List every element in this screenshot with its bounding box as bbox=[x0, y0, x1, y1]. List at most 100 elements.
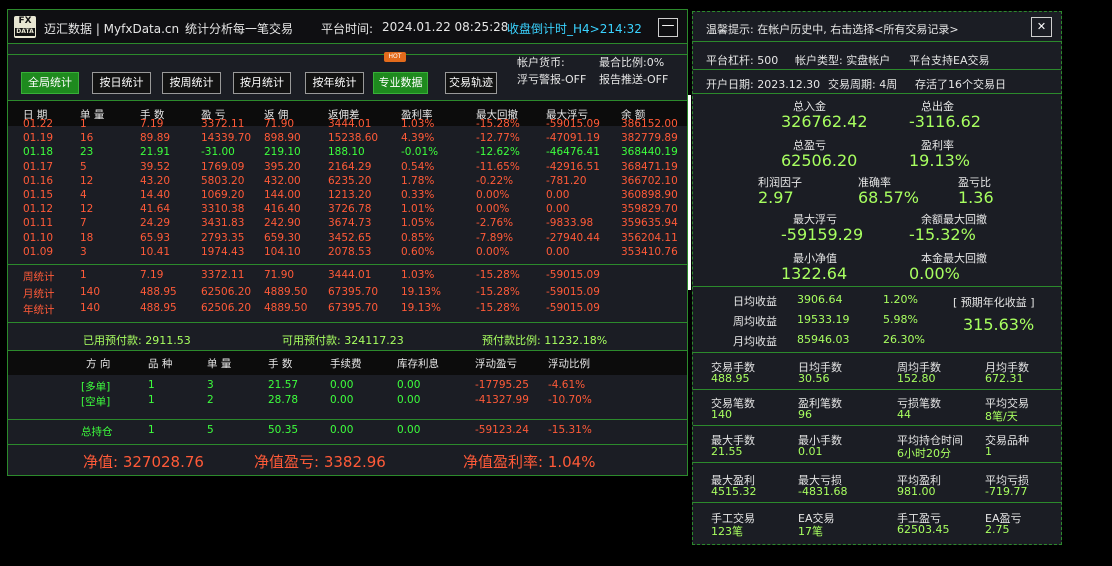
table-cell: 219.10 bbox=[264, 146, 301, 159]
stat-cell: 71.90 bbox=[264, 269, 295, 281]
brand-label: 迈汇数据 | MyfxData.cn bbox=[44, 22, 180, 36]
table-cell: 4 bbox=[80, 189, 87, 201]
report-push-toggle[interactable]: 报告推送-OFF bbox=[599, 71, 668, 87]
annual-value: 315.63% bbox=[963, 315, 1035, 334]
table-cell: 359829.70 bbox=[621, 203, 678, 216]
stat-cell: 4889.50 bbox=[264, 285, 308, 298]
avg-value: 19533.19 bbox=[797, 313, 850, 326]
table-cell: 1769.09 bbox=[201, 160, 245, 173]
table-cell: 7 bbox=[80, 217, 87, 230]
minimize-button[interactable]: — bbox=[658, 18, 678, 37]
account-info-row: 平台杠杆: 500 帐户类型: 实盘帐户 平台支持EA交易 bbox=[693, 46, 1061, 70]
table-cell: -15.28% bbox=[476, 118, 520, 130]
platform-time-value: 2024.01.22 08:25:28 bbox=[382, 20, 509, 34]
grid-value: 30.56 bbox=[798, 372, 830, 385]
position-cell: 1 bbox=[148, 394, 155, 406]
table-cell: 3452.65 bbox=[328, 231, 372, 244]
table-cell: 01.12 bbox=[23, 203, 54, 216]
table-cell: 0.00% bbox=[476, 245, 510, 258]
stat-cell: 3444.01 bbox=[328, 269, 372, 281]
table-cell: 4.39% bbox=[401, 132, 435, 145]
table-cell: 01.11 bbox=[23, 217, 54, 230]
tab-button[interactable]: 按周统计 bbox=[162, 72, 221, 94]
stat-cell: 7.19 bbox=[140, 269, 164, 281]
grid-value: 96 bbox=[798, 408, 812, 421]
stat-cell: 67395.70 bbox=[328, 285, 379, 298]
stat-cell: -59015.09 bbox=[546, 269, 600, 281]
tab-button[interactable]: 按年统计 bbox=[305, 72, 364, 94]
table-cell: 71.90 bbox=[264, 118, 295, 130]
table-cell: 1.01% bbox=[401, 203, 435, 216]
stat-cell: 1.03% bbox=[401, 269, 435, 281]
stat-cell: 19.13% bbox=[401, 285, 442, 298]
stat-cell: -15.28% bbox=[476, 302, 520, 314]
summary-value: -3116.62 bbox=[909, 112, 981, 131]
summary-value: 0.00% bbox=[909, 264, 960, 283]
stat-cell: 年统计 bbox=[23, 304, 55, 316]
tab-button[interactable]: 按月统计 bbox=[233, 72, 291, 94]
table-cell: 432.00 bbox=[264, 174, 301, 187]
table-cell: 0.54% bbox=[401, 160, 435, 173]
tab-button[interactable]: 按日统计 bbox=[92, 72, 151, 94]
table-cell: -11.65% bbox=[476, 160, 520, 173]
table-cell: 6235.20 bbox=[328, 174, 372, 187]
grid-value: -719.77 bbox=[985, 485, 1028, 498]
table-cell: 89.89 bbox=[140, 132, 171, 145]
position-header: 浮动盈亏 bbox=[475, 358, 517, 370]
stat-cell: -59015.09 bbox=[546, 302, 600, 314]
tab-button[interactable]: 专业数据 bbox=[373, 72, 428, 94]
table-cell: 356204.11 bbox=[621, 231, 678, 244]
survival-days: 存活了16个交易日 bbox=[915, 78, 1006, 91]
table-cell: -27940.44 bbox=[546, 231, 600, 244]
table-cell: 7.19 bbox=[140, 118, 164, 130]
float-warning-toggle[interactable]: 浮亏警报-OFF bbox=[517, 71, 586, 87]
currency-label: 帐户货币: bbox=[517, 56, 565, 69]
table-cell: 359635.94 bbox=[621, 217, 678, 230]
total-cell: 总持仓 bbox=[81, 426, 113, 438]
position-header: 方 向 bbox=[86, 358, 111, 370]
position-cell: [多单] bbox=[81, 381, 111, 393]
table-cell: 23 bbox=[80, 146, 94, 159]
position-cell: 0.00 bbox=[397, 394, 421, 406]
total-cell: -15.31% bbox=[548, 424, 592, 436]
table-cell: 14.40 bbox=[140, 189, 171, 201]
stat-cell: 4889.50 bbox=[264, 302, 308, 314]
total-cell: 5 bbox=[207, 424, 214, 436]
avg-value: 85946.03 bbox=[797, 333, 850, 346]
table-cell: -31.00 bbox=[201, 146, 235, 159]
table-cell: -47091.19 bbox=[546, 132, 600, 145]
table-cell: 3431.83 bbox=[201, 217, 245, 230]
grid-value: 2.75 bbox=[985, 523, 1010, 536]
summary-value: 1322.64 bbox=[781, 264, 848, 283]
table-cell: 01.16 bbox=[23, 174, 54, 187]
table-cell: 01.18 bbox=[23, 146, 54, 159]
table-cell: 0.00 bbox=[546, 203, 570, 216]
leverage: 平台杠杆: 500 bbox=[706, 54, 779, 67]
grid-value: 140 bbox=[711, 408, 732, 421]
table-cell: 01.17 bbox=[23, 160, 54, 173]
position-header: 单 量 bbox=[207, 358, 232, 370]
table-cell: -42916.51 bbox=[546, 160, 600, 173]
table-cell: 144.00 bbox=[264, 189, 301, 201]
table-cell: 01.19 bbox=[23, 132, 54, 145]
ratio-label: 最合比例:0% bbox=[599, 56, 665, 69]
tab-button[interactable]: 全局统计 bbox=[21, 72, 79, 94]
avg-percent: 1.20% bbox=[883, 293, 918, 306]
summary-value: 2.97 bbox=[758, 188, 794, 207]
table-cell: 5 bbox=[80, 160, 87, 173]
scrollbar[interactable] bbox=[688, 95, 691, 290]
table-cell: 353410.76 bbox=[621, 245, 678, 258]
position-cell: -10.70% bbox=[548, 394, 592, 406]
tab-button[interactable]: 交易轨迹 bbox=[445, 72, 497, 94]
stat-cell: 月统计 bbox=[23, 287, 55, 300]
close-button[interactable]: ✕ bbox=[1031, 17, 1052, 37]
right-panel: 温馨提示: 在帐户历史中, 右击选择<所有交易记录> ✕ 平台杠杆: 500 帐… bbox=[692, 11, 1062, 545]
stat-cell: 488.95 bbox=[140, 302, 177, 314]
close-countdown: 收盘倒计时_H4>214:32 bbox=[507, 22, 642, 36]
table-cell: 16 bbox=[80, 132, 94, 145]
stat-cell: 3372.11 bbox=[201, 269, 245, 281]
stat-cell: 488.95 bbox=[140, 285, 177, 298]
stat-cell: 140 bbox=[80, 302, 101, 314]
table-cell: 1 bbox=[80, 118, 87, 130]
stat-cell: 19.13% bbox=[401, 302, 442, 314]
